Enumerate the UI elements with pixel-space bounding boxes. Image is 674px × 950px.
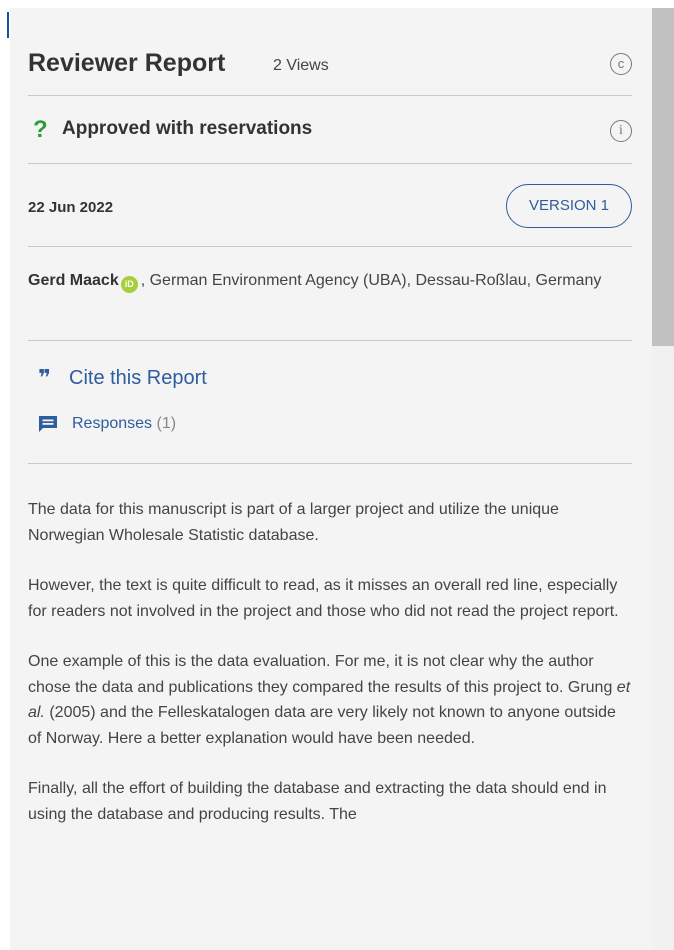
comment-icon (39, 416, 57, 432)
responses-label[interactable]: Responses (1) (72, 415, 176, 433)
question-mark-icon: ? (33, 116, 48, 143)
body-paragraph-3: One example of this is the data evaluati… (28, 649, 632, 751)
author-affiliation: Gerd Maack iD, German Environment Agency … (28, 268, 632, 294)
responses-count: (1) (156, 415, 177, 432)
active-indicator (7, 12, 9, 38)
affiliation-text: , German Environment Agency (UBA), Dessa… (140, 272, 602, 289)
report-content: Reviewer Report 2 Views c ? Approved wit… (28, 8, 632, 852)
status-row: ? Approved with reservations i (28, 96, 632, 164)
orcid-icon[interactable]: iD (120, 276, 138, 293)
body-paragraph-3-part-a: One example of this is the data evaluati… (28, 653, 617, 696)
reviewer-report-panel: Reviewer Report 2 Views c ? Approved wit… (10, 8, 652, 950)
report-date: 22 Jun 2022 (28, 199, 114, 216)
report-links: ❞ Cite this Report Responses (1) (28, 341, 632, 464)
quote-icon: ❞ (38, 365, 51, 390)
report-header: Reviewer Report 2 Views c (28, 8, 632, 96)
report-title: Reviewer Report (28, 49, 226, 77)
creative-commons-icon[interactable]: c (610, 53, 632, 75)
responses-text[interactable]: Responses (72, 415, 152, 432)
author-name[interactable]: Gerd Maack (28, 272, 119, 289)
body-paragraph-4: Finally, all the effort of building the … (28, 780, 607, 823)
body-paragraph-2: However, the text is quite difficult to … (28, 577, 619, 620)
date-row: 22 Jun 2022 VERSION 1 (28, 164, 632, 247)
body-paragraph-1: The data for this manuscript is part of … (28, 501, 559, 544)
scrollbar-track[interactable] (652, 8, 674, 950)
views-count: 2 Views (273, 57, 329, 74)
body-paragraph-3-part-b: (2005) and the Felleskatalogen data are … (28, 704, 616, 747)
status-label: Approved with reservations (62, 118, 313, 139)
author-row: Gerd Maack iD, German Environment Agency … (28, 247, 632, 341)
cite-report-label[interactable]: Cite this Report (69, 367, 207, 390)
info-icon[interactable]: i (610, 120, 632, 142)
scrollbar-thumb[interactable] (652, 8, 674, 346)
report-body: The data for this manuscript is part of … (28, 464, 632, 827)
version-button[interactable]: VERSION 1 (506, 184, 632, 228)
